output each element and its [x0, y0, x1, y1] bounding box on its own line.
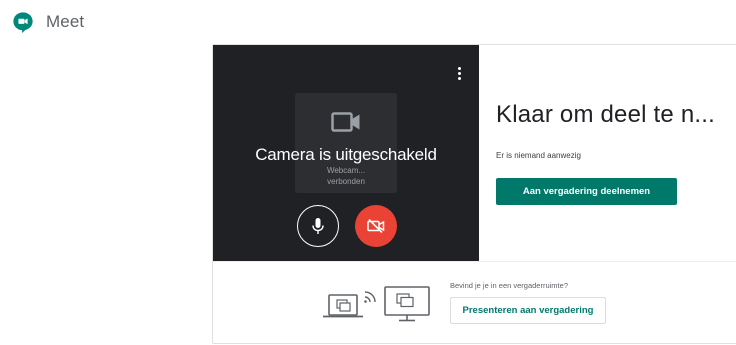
microphone-icon — [312, 218, 324, 234]
meet-logo-icon — [13, 12, 33, 33]
prejoin-card: Webcam... verbonden Camera is uitgeschak… — [212, 44, 736, 344]
header: Meet — [12, 8, 84, 36]
more-options-button[interactable] — [453, 63, 465, 83]
section-divider — [213, 261, 736, 262]
camera-toggle-button[interactable] — [355, 205, 397, 247]
video-camera-icon — [331, 112, 360, 132]
microphone-toggle-button[interactable] — [297, 205, 339, 247]
meeting-room-question: Bevind je je in een vergaderruimte? — [450, 281, 568, 290]
meet-app: Meet Webcam... verbonden Camera is uitge… — [0, 0, 736, 345]
ready-to-join-title: Klaar om deel te n... — [496, 101, 715, 128]
webcam-status-text: Webcam... verbonden — [326, 166, 366, 186]
join-meeting-button[interactable]: Aan vergadering deelnemen — [496, 178, 677, 205]
cast-to-room-icon — [323, 286, 430, 322]
more-vert-icon — [457, 66, 461, 70]
webcam-status-box: Webcam... verbonden — [295, 93, 397, 193]
video-off-icon — [367, 218, 385, 234]
camera-off-message: Camera is uitgeschakeld — [255, 145, 437, 164]
video-preview: Webcam... verbonden Camera is uitgeschak… — [213, 45, 479, 261]
app-name: Meet — [46, 12, 85, 31]
present-to-meeting-button[interactable]: Presenteren aan vergadering — [450, 297, 606, 324]
participants-status: Er is niemand aanwezig — [496, 151, 581, 160]
